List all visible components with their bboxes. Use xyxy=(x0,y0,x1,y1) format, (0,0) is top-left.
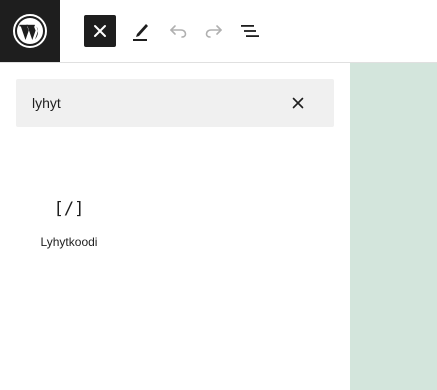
block-search-field[interactable]: lyhyt xyxy=(16,79,334,127)
undo-icon xyxy=(170,25,187,38)
top-toolbar xyxy=(0,0,437,63)
search-input[interactable]: lyhyt xyxy=(32,94,61,112)
shortcode-icon: [/] xyxy=(53,199,85,219)
close-icon xyxy=(292,97,304,109)
wordpress-logo-button[interactable] xyxy=(0,0,60,62)
close-inserter-button[interactable] xyxy=(84,15,116,47)
editor-canvas[interactable] xyxy=(350,63,437,390)
block-result-shortcode[interactable]: [/] Lyhytkoodi xyxy=(24,187,114,267)
search-clear-button[interactable] xyxy=(286,91,310,115)
block-result-label: Lyhytkoodi xyxy=(40,235,98,249)
list-view-icon xyxy=(241,25,259,37)
wordpress-logo-icon xyxy=(13,14,47,48)
editor-page: lyhyt [/] Lyhytkoodi xyxy=(0,0,437,390)
tools-edit-button[interactable] xyxy=(125,15,157,47)
redo-icon xyxy=(205,25,222,38)
undo-button[interactable] xyxy=(162,15,194,47)
block-inserter-panel: lyhyt [/] Lyhytkoodi xyxy=(0,63,350,390)
close-icon xyxy=(94,25,106,37)
list-view-button[interactable] xyxy=(234,15,266,47)
pencil-icon xyxy=(133,24,148,41)
redo-button[interactable] xyxy=(198,15,230,47)
